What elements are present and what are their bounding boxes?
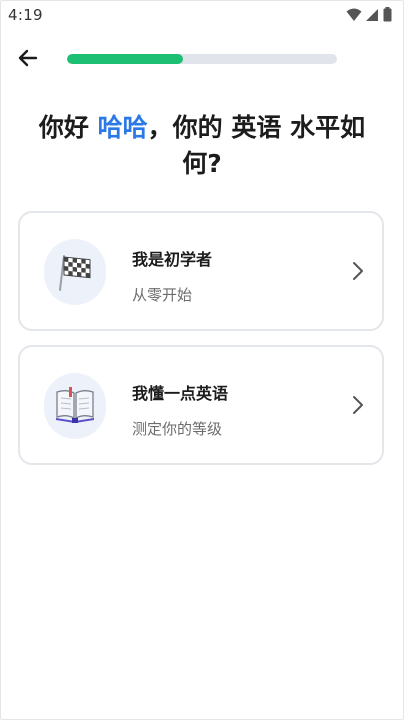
title-suffix: ，你的 英语 水平如何? — [147, 113, 366, 178]
wifi-icon — [346, 8, 362, 22]
option-some-english[interactable]: 我懂一点英语 测定你的等级 — [18, 345, 384, 465]
back-button[interactable] — [12, 44, 44, 76]
option-icon-bg — [44, 373, 106, 439]
status-time: 4:19 — [8, 6, 43, 24]
signal-icon — [366, 8, 379, 22]
progress-bar — [67, 54, 337, 64]
option-subtitle: 从零开始 — [132, 286, 193, 304]
checkered-flag-icon — [55, 248, 95, 296]
option-beginner[interactable]: 我是初学者 从零开始 — [18, 211, 384, 331]
option-title: 我是初学者 — [132, 250, 213, 269]
progress-fill — [67, 54, 184, 64]
arrow-left-icon — [16, 46, 40, 74]
option-icon-bg — [44, 239, 106, 305]
chevron-right-icon — [352, 395, 364, 419]
open-book-icon — [53, 384, 97, 428]
title-prefix: 你好 — [38, 113, 98, 142]
status-icons — [346, 7, 392, 22]
chevron-right-icon — [352, 261, 364, 285]
title-username: 哈哈 — [97, 113, 148, 142]
battery-icon — [383, 7, 392, 22]
option-subtitle: 测定你的等级 — [132, 420, 223, 438]
option-title: 我懂一点英语 — [132, 384, 229, 403]
status-bar: 4:19 — [0, 0, 404, 32]
page-title: 你好 哈哈，你的 英语 水平如何? — [20, 110, 384, 182]
